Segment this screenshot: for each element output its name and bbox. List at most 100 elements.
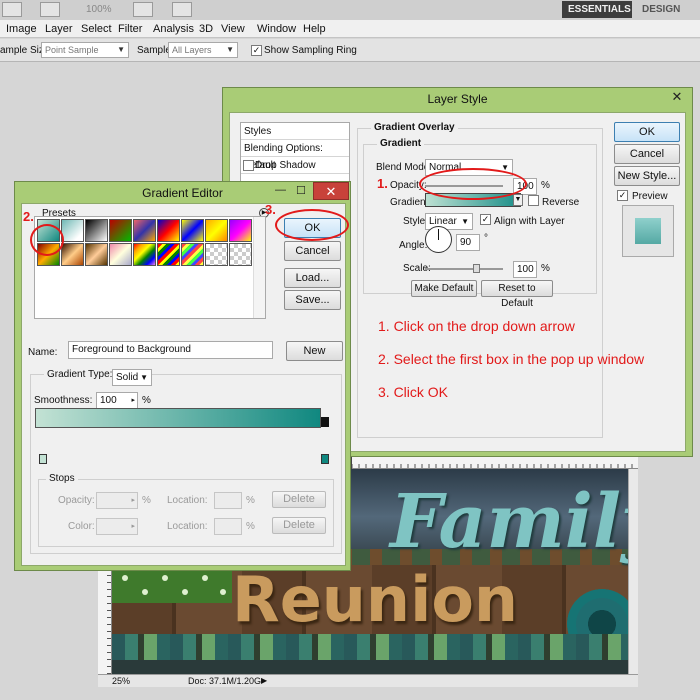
angle-field[interactable]: 90 — [456, 234, 480, 251]
screen-mode-icon[interactable] — [133, 2, 153, 17]
styles-header[interactable]: Styles — [241, 123, 349, 140]
color-stop-right[interactable] — [321, 454, 329, 464]
preset-black-white[interactable] — [85, 219, 108, 242]
workspace-essentials[interactable]: ESSENTIALS — [562, 1, 632, 18]
menu-analysis[interactable]: Analysis — [153, 23, 194, 35]
preview-checkbox[interactable]: ✓ — [617, 190, 628, 201]
preview-label: Preview — [632, 191, 668, 202]
drop-shadow-checkbox[interactable] — [243, 160, 254, 171]
reset-to-default-button[interactable]: Reset to Default — [481, 280, 553, 309]
preset-blue-red-yellow[interactable] — [157, 219, 180, 242]
gradient-preview-bar[interactable] — [35, 408, 321, 428]
minimize-icon[interactable]: — — [275, 184, 286, 196]
menu-select[interactable]: Select — [81, 23, 112, 35]
opacity-location-label: Location: — [167, 495, 208, 506]
menu-3d[interactable]: 3D — [199, 23, 213, 35]
zoom-level[interactable]: 100% — [86, 4, 112, 15]
document-size-info: Doc: 37.1M/1.20G — [188, 676, 262, 686]
ok-button[interactable]: OK — [614, 122, 680, 142]
cancel-button[interactable]: Cancel — [284, 241, 341, 261]
save-button[interactable]: Save... — [284, 290, 341, 310]
annotation-ellipse-1 — [419, 168, 527, 200]
delete-opacity-stop-button[interactable]: Delete — [272, 491, 326, 508]
presets-panel — [34, 216, 266, 319]
document-zoom[interactable]: 25% — [112, 676, 130, 686]
menu-image[interactable]: Image — [6, 23, 37, 35]
menu-view[interactable]: View — [221, 23, 245, 35]
stop-color-swatch[interactable]: ▸ — [96, 518, 138, 535]
instruction-step-1: 1. Click on the drop down arrow — [378, 318, 575, 334]
preset-blue-yellow-blue[interactable] — [181, 219, 204, 242]
preset-rainbow-2[interactable] — [181, 243, 204, 266]
preset-copper[interactable] — [61, 243, 84, 266]
preset-copper-2[interactable] — [85, 243, 108, 266]
blending-options-item[interactable]: Blending Options: Default — [241, 140, 349, 171]
preset-transparent-1[interactable] — [205, 243, 228, 266]
new-style-button[interactable]: New Style... — [614, 166, 680, 186]
gradient-dropdown-arrow[interactable]: ▼ — [513, 194, 523, 206]
stop-opacity-field[interactable]: ▸ — [96, 492, 138, 509]
extras-icon[interactable] — [172, 2, 192, 17]
align-with-layer-checkbox[interactable]: ✓ — [480, 214, 491, 225]
options-bar: ample Size: Point Sample ▼ Sample: All La… — [0, 39, 700, 62]
preset-transparent-rainbow[interactable] — [157, 243, 180, 266]
application-bar: 100% ESSENTIALS DESIGN — [0, 0, 700, 20]
preset-foreground-to-transparent[interactable] — [61, 219, 84, 242]
gradient-name-field[interactable]: Foreground to Background — [68, 341, 273, 359]
menu-help[interactable]: Help — [303, 23, 326, 35]
close-icon[interactable]: ✕ — [666, 88, 688, 106]
preset-chrome[interactable] — [109, 243, 132, 266]
menu-bar: Image Layer Select Filter Analysis 3D Vi… — [0, 20, 700, 38]
blend-mode-label: Blend Mode: — [376, 162, 433, 173]
degree-sign: ° — [484, 233, 488, 244]
percent-sign: % — [541, 263, 550, 274]
smoothness-label: Smoothness: — [34, 395, 93, 406]
show-sampling-ring-checkbox[interactable]: ✓ — [251, 45, 262, 56]
preset-orange-yellow[interactable] — [205, 219, 228, 242]
instruction-step-2: 2. Select the first box in the pop up wi… — [378, 351, 645, 367]
preset-spectrum[interactable] — [133, 243, 156, 266]
chevron-right-icon: ▸ — [131, 523, 135, 530]
smoothness-field[interactable]: 100 ▸ — [96, 392, 138, 409]
presets-scrollbar[interactable] — [253, 217, 265, 318]
arrange-icon[interactable] — [40, 2, 60, 17]
preset-red-green[interactable] — [109, 219, 132, 242]
sample-select[interactable]: All Layers ▼ — [168, 42, 238, 58]
close-icon[interactable]: ✕ — [313, 182, 349, 200]
annotation-number-1: 1. — [377, 176, 388, 191]
opacity-location-field[interactable] — [214, 492, 242, 509]
instruction-step-3: 3. Click OK — [378, 384, 449, 400]
preset-transparent-2[interactable] — [229, 243, 252, 266]
opacity-stop-right[interactable] — [321, 417, 329, 427]
scale-slider-thumb[interactable] — [473, 264, 480, 273]
stops-label: Stops — [46, 473, 78, 484]
angle-label: Angle: — [399, 240, 428, 251]
color-location-field[interactable] — [214, 518, 242, 535]
sample-size-select[interactable]: Point Sample ▼ — [41, 42, 129, 58]
color-stop-left[interactable] — [39, 454, 47, 464]
delete-color-stop-button[interactable]: Delete — [272, 517, 326, 534]
reverse-checkbox[interactable] — [528, 195, 539, 206]
angle-dial[interactable] — [425, 226, 452, 253]
scale-slider[interactable] — [425, 268, 503, 270]
new-gradient-button[interactable]: New — [286, 341, 343, 361]
bridge-icon[interactable] — [2, 2, 22, 17]
preset-violet-orange[interactable] — [133, 219, 156, 242]
chevron-right-icon: ▸ — [131, 497, 135, 504]
drop-shadow-item[interactable]: Drop Shadow — [241, 157, 349, 174]
preset-violet-green[interactable] — [229, 219, 252, 242]
reunion-title: Reunion — [232, 563, 519, 636]
play-icon[interactable]: ▶ — [261, 676, 267, 685]
scale-field[interactable]: 100 — [513, 261, 537, 278]
menu-layer[interactable]: Layer — [45, 23, 73, 35]
load-button[interactable]: Load... — [284, 268, 341, 288]
workspace-design[interactable]: DESIGN — [636, 1, 692, 18]
maximize-icon[interactable]: ☐ — [296, 184, 306, 197]
cancel-button[interactable]: Cancel — [614, 144, 680, 164]
menu-filter[interactable]: Filter — [118, 23, 142, 35]
menu-window[interactable]: Window — [257, 23, 296, 35]
vertical-scrollbar[interactable] — [628, 469, 638, 674]
make-default-button[interactable]: Make Default — [411, 280, 477, 297]
gradient-type-select[interactable]: Solid ▼ — [112, 369, 152, 386]
annotation-number-2: 2. — [23, 209, 34, 224]
